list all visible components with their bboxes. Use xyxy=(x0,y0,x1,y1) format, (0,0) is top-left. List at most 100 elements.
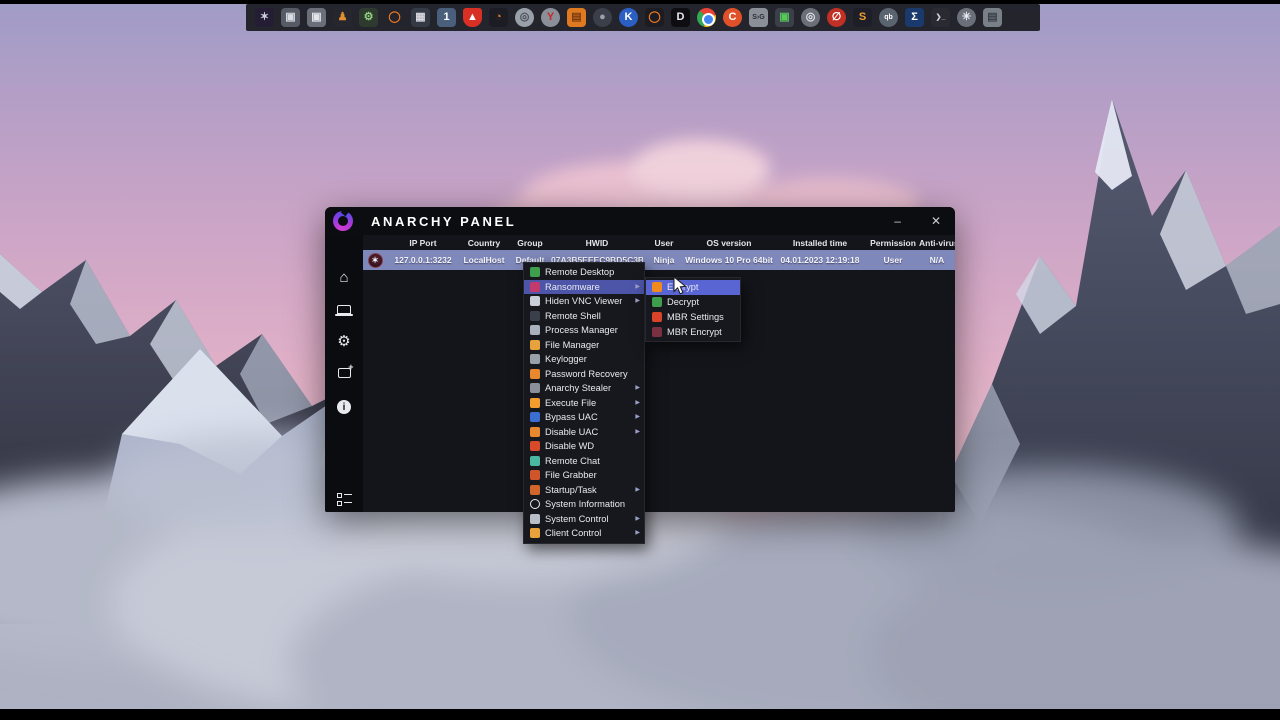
submenu-item-mbr-encrypt[interactable]: MBR Encrypt xyxy=(646,324,740,339)
chrome-grey-icon[interactable]: ◎ xyxy=(515,8,534,27)
mbr-encrypt-icon xyxy=(652,327,662,337)
brave-icon[interactable]: ▲ xyxy=(463,8,482,27)
sphere-icon[interactable]: ● xyxy=(593,8,612,27)
menu-item-remote-shell[interactable]: Remote Shell xyxy=(524,309,644,324)
column-header-os-version[interactable]: OS version xyxy=(685,238,773,248)
green-monitor-icon[interactable]: ▣ xyxy=(775,8,794,27)
minimize-button[interactable]: – xyxy=(890,213,905,229)
menu-item-keylogger[interactable]: Keylogger xyxy=(524,352,644,367)
menu-item-startup-task[interactable]: Startup/Task▶ xyxy=(524,483,644,498)
powershell-icon[interactable]: Σ xyxy=(905,8,924,27)
system-information-icon xyxy=(530,499,540,509)
ccleaner-icon-glyph: C xyxy=(729,12,737,23)
menu-item-file-grabber[interactable]: File Grabber xyxy=(524,468,644,483)
menu-item-file-manager[interactable]: File Manager xyxy=(524,338,644,353)
qb-icon[interactable]: qb xyxy=(879,8,898,27)
menu-item-ransomware[interactable]: Ransomware▶ xyxy=(524,280,644,295)
anarchy-stealer-icon xyxy=(530,383,540,393)
submenu-item-decrypt-label: Decrypt xyxy=(667,297,699,307)
folder-calendar-icon[interactable]: 1 xyxy=(437,8,456,27)
menu-item-remote-chat[interactable]: Remote Chat xyxy=(524,454,644,469)
sxg-monitor-icon[interactable]: S›G xyxy=(749,8,768,27)
firefox-icon[interactable]: ◔ xyxy=(489,8,508,27)
menu-item-system-information-label: System Information xyxy=(545,499,625,509)
column-header-permission[interactable]: Permission xyxy=(867,238,919,248)
menu-item-bypass-uac-label: Bypass UAC xyxy=(545,412,598,422)
client-avatar-icon: ✶ xyxy=(368,253,383,268)
column-header-ip-port[interactable]: IP Port xyxy=(387,238,459,248)
ransomware-submenu: Encrypt Decrypt MBR SettingsMBR Encrypt xyxy=(645,277,741,342)
globe-icon[interactable]: ◎ xyxy=(801,8,820,27)
submenu-item-mbr-settings[interactable]: MBR Settings xyxy=(646,310,740,325)
column-header-country[interactable]: Country xyxy=(459,238,509,248)
menu-item-system-control-label: System Control xyxy=(545,514,609,524)
folder-window-icon[interactable]: ▤ xyxy=(983,8,1002,27)
hammer-ban-icon[interactable]: ∅ xyxy=(827,8,846,27)
bypass-uac-icon xyxy=(530,412,540,422)
orange-ring-icon[interactable]: ◯ xyxy=(645,8,664,27)
image-viewer-icon[interactable]: ▣ xyxy=(281,8,300,27)
menu-item-disable-uac-label: Disable UAC xyxy=(545,427,598,437)
pixel-book-icon[interactable]: ▤ xyxy=(567,8,586,27)
menu-item-disable-wd[interactable]: Disable WD xyxy=(524,439,644,454)
menu-item-keylogger-label: Keylogger xyxy=(545,354,587,364)
row-cell-country: LocalHost xyxy=(459,255,509,265)
menu-item-ransomware-label: Ransomware xyxy=(545,282,600,292)
submenu-arrow-icon: ▶ xyxy=(635,487,640,493)
ccleaner-icon[interactable]: C xyxy=(723,8,742,27)
brave-icon-glyph: ▲ xyxy=(467,12,478,23)
green-gear-icon[interactable]: ⚙ xyxy=(359,8,378,27)
row-cell-os-version: Windows 10 Pro 64bit xyxy=(685,255,773,265)
menu-item-password-recovery[interactable]: Password Recovery xyxy=(524,367,644,382)
menu-item-disable-uac[interactable]: Disable UAC▶ xyxy=(524,425,644,440)
sidebar-item-settings[interactable]: ⚙ xyxy=(325,329,363,353)
submenu-arrow-icon: ▶ xyxy=(635,298,640,304)
search-icon[interactable]: ◯ xyxy=(385,8,404,27)
submenu-item-decrypt[interactable]: Decrypt xyxy=(646,295,740,310)
column-header-hwid[interactable]: HWID xyxy=(551,238,643,248)
keepass-icon[interactable]: K xyxy=(619,8,638,27)
table-row[interactable]: ✶127.0.0.1:3232LocalHostDefault07A3B5EEE… xyxy=(363,250,955,270)
app-logo-icon xyxy=(333,211,353,231)
photo-app-icon-glyph: ▣ xyxy=(311,12,321,23)
game-character-icon[interactable]: ♟ xyxy=(333,8,352,27)
menu-item-hiden-vnc-viewer[interactable]: Hiden VNC Viewer▶ xyxy=(524,294,644,309)
nexus-icon[interactable]: ✶ xyxy=(255,8,274,27)
close-button[interactable]: ✕ xyxy=(927,213,945,229)
info-icon: i xyxy=(337,400,351,414)
menu-item-process-manager[interactable]: Process Manager xyxy=(524,323,644,338)
menu-item-execute-file[interactable]: Execute File▶ xyxy=(524,396,644,411)
photo-app-icon[interactable]: ▣ xyxy=(307,8,326,27)
column-header-installed-time[interactable]: Installed time xyxy=(773,238,867,248)
d-app-icon[interactable]: D xyxy=(671,8,690,27)
sidebar-item-tasks[interactable] xyxy=(325,487,363,511)
menu-item-remote-desktop[interactable]: Remote Desktop xyxy=(524,265,644,280)
column-header-group[interactable]: Group xyxy=(509,238,551,248)
menu-item-client-control[interactable]: Client Control▶ xyxy=(524,526,644,541)
menu-item-system-information[interactable]: System Information xyxy=(524,497,644,512)
menu-item-anarchy-stealer[interactable]: Anarchy Stealer▶ xyxy=(524,381,644,396)
mbr-settings-icon xyxy=(652,312,662,322)
sidebar-item-builder[interactable] xyxy=(325,361,363,385)
column-header-anti-virus[interactable]: Anti-virus xyxy=(919,238,955,248)
keepass-icon-glyph: K xyxy=(625,12,633,23)
app-grid-icon-glyph: ▦ xyxy=(415,12,425,23)
process-manager-icon xyxy=(530,325,540,335)
trefoil-icon[interactable]: Y xyxy=(541,8,560,27)
avatar-cell: ✶ xyxy=(363,253,387,268)
sublime-icon[interactable]: S xyxy=(853,8,872,27)
window-controls: – ✕ xyxy=(890,213,945,229)
execute-file-icon xyxy=(530,398,540,408)
submenu-item-encrypt[interactable]: Encrypt xyxy=(646,280,740,295)
sidebar-item-about[interactable]: i xyxy=(325,395,363,419)
menu-item-bypass-uac[interactable]: Bypass UAC▶ xyxy=(524,410,644,425)
menu-item-system-control[interactable]: System Control▶ xyxy=(524,512,644,527)
sidebar-item-home[interactable]: ⌂ xyxy=(325,265,363,289)
sidebar-item-clients[interactable] xyxy=(325,297,363,321)
app-grid-icon[interactable]: ▦ xyxy=(411,8,430,27)
hammer-ban-icon-glyph: ∅ xyxy=(832,12,842,23)
terminal-icon[interactable]: ❯_ xyxy=(931,8,950,27)
chrome-icon[interactable] xyxy=(697,8,716,27)
column-header-user[interactable]: User xyxy=(643,238,685,248)
flower-gear-icon[interactable]: ✳ xyxy=(957,8,976,27)
